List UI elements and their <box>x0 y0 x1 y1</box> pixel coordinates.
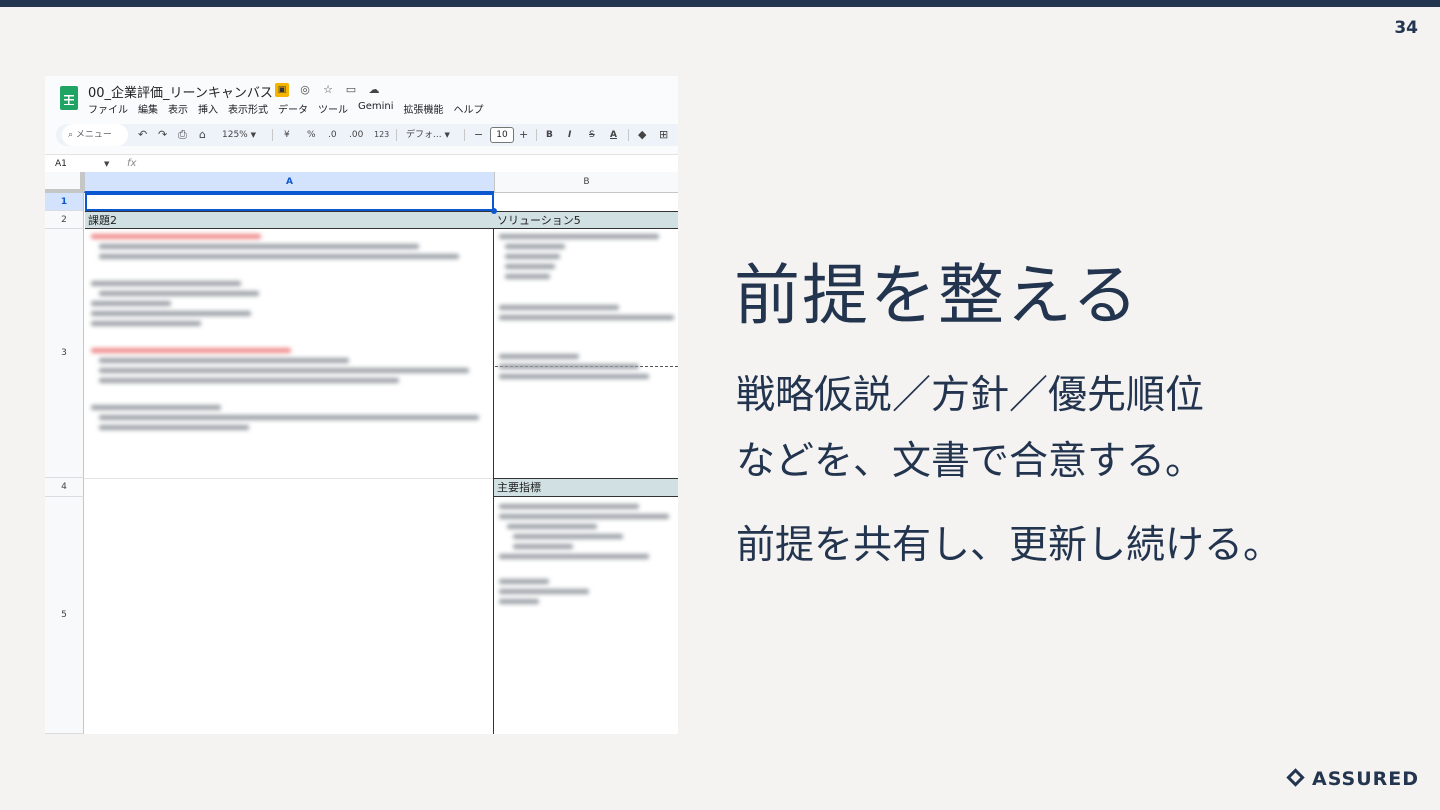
slide-headline: 前提を整える <box>734 257 1141 334</box>
spreadsheet-screenshot: 00_企業評価_リーンキャンバス ▣ ◎ ☆ ▭ ☁ ファイル 編集 表示 挿入… <box>45 76 678 734</box>
paint-format-icon[interactable]: ⌂ <box>199 124 206 146</box>
menu-search-label: メニュー <box>75 130 112 140</box>
body-line-1: 戦略仮説／方針／優先順位 <box>736 373 1205 418</box>
menu-bar: ファイル 編集 表示 挿入 表示形式 データ ツール Gemini 拡張機能 ヘ… <box>88 101 484 116</box>
strikethrough-button[interactable]: S <box>589 124 595 146</box>
toolbar-divider <box>464 129 465 141</box>
search-icon: ⌕ <box>68 130 74 140</box>
star-icon[interactable]: ☆ <box>321 83 335 97</box>
bold-button[interactable]: B <box>546 124 553 146</box>
company-logo: ASSURED <box>1286 768 1419 790</box>
cell-b4[interactable]: 主要指標 <box>494 478 678 497</box>
font-size-input[interactable]: 10 <box>490 127 514 143</box>
number-format-button[interactable]: 123 <box>374 124 389 146</box>
cell-b2[interactable]: ソリューション5 <box>494 211 678 229</box>
row-header-4[interactable]: 4 <box>45 478 84 497</box>
chevron-down-icon: ▼ <box>250 131 256 139</box>
formula-bar: A1 ▼ fx <box>45 154 678 173</box>
assured-logo-icon <box>1286 768 1308 790</box>
sheet-grid[interactable]: A B 1 2 3 4 5 課題2 ソリューション5 主要指標 <box>45 172 678 734</box>
name-box[interactable]: A1 <box>55 155 67 173</box>
toolbar-divider <box>536 129 537 141</box>
blurred-cell-b3 <box>499 234 674 384</box>
menu-help[interactable]: ヘルプ <box>454 101 484 116</box>
chevron-down-icon[interactable]: ▼ <box>104 155 109 173</box>
redo-icon[interactable]: ↷ <box>158 124 167 146</box>
font-select[interactable]: デフォ... ▼ <box>406 124 450 146</box>
row-header-2[interactable]: 2 <box>45 211 84 229</box>
shield-icon[interactable]: ◎ <box>298 83 312 97</box>
menu-format[interactable]: 表示形式 <box>228 101 268 116</box>
title-icons: ▣ ◎ ☆ ▭ ☁ <box>275 83 381 97</box>
zoom-value: 125% <box>222 130 248 140</box>
toolbar-divider <box>396 129 397 141</box>
menu-file[interactable]: ファイル <box>88 101 128 116</box>
blurred-cell-a3 <box>91 234 479 435</box>
column-header-a[interactable]: A <box>84 172 494 193</box>
italic-button[interactable]: I <box>568 124 571 146</box>
menu-tools[interactable]: ツール <box>318 101 348 116</box>
menu-insert[interactable]: 挿入 <box>198 101 218 116</box>
blurred-cell-b5 <box>499 504 674 609</box>
logo-text: ASSURED <box>1312 768 1420 790</box>
menu-data[interactable]: データ <box>278 101 308 116</box>
font-value: デフォ... <box>406 130 442 140</box>
menu-edit[interactable]: 編集 <box>138 101 158 116</box>
body-line-2: などを、文書で合意する。 <box>736 439 1205 484</box>
undo-icon[interactable]: ↶ <box>138 124 147 146</box>
print-icon[interactable]: ⎙ <box>178 124 187 146</box>
decrease-decimal-button[interactable]: .0 <box>328 124 337 146</box>
select-all-corner[interactable] <box>45 172 84 193</box>
fill-color-icon[interactable]: ◆ <box>638 124 646 146</box>
sheets-logo-icon[interactable] <box>60 86 78 110</box>
column-border <box>493 228 494 734</box>
page-number: 34 <box>1394 18 1418 38</box>
document-title[interactable]: 00_企業評価_リーンキャンバス <box>88 82 273 101</box>
toolbar-divider <box>628 129 629 141</box>
menu-search[interactable]: ⌕ メニュー <box>62 124 128 146</box>
row-header-5[interactable]: 5 <box>45 497 84 734</box>
increase-decimal-button[interactable]: .00 <box>349 124 363 146</box>
font-size-increase-button[interactable]: + <box>519 124 528 146</box>
body-line-3: 前提を共有し、更新し続ける。 <box>736 523 1283 568</box>
cloud-icon[interactable]: ☁ <box>367 83 381 97</box>
chevron-down-icon: ▼ <box>444 131 450 139</box>
fill-handle[interactable] <box>491 208 497 214</box>
column-header-b[interactable]: B <box>494 172 678 193</box>
menu-extensions[interactable]: 拡張機能 <box>404 101 444 116</box>
folder-icon[interactable]: ▭ <box>344 83 358 97</box>
menu-gemini[interactable]: Gemini <box>358 101 394 116</box>
top-accent-bar <box>0 0 1440 7</box>
zoom-select[interactable]: 125% ▼ <box>222 124 256 146</box>
row-header-3[interactable]: 3 <box>45 229 84 478</box>
toolbar: ⌕ メニュー ↶ ↷ ⎙ ⌂ 125% ▼ ¥ % .0 .00 123 デフォ… <box>56 124 678 146</box>
fx-icon: fx <box>127 158 137 169</box>
selected-cell-a1[interactable] <box>85 193 494 211</box>
text-color-button[interactable]: A <box>610 124 617 146</box>
currency-button[interactable]: ¥ <box>284 124 290 146</box>
cell-a2[interactable]: 課題2 <box>85 211 494 229</box>
percent-button[interactable]: % <box>307 124 316 146</box>
row-header-1[interactable]: 1 <box>45 193 84 211</box>
menu-view[interactable]: 表示 <box>168 101 188 116</box>
borders-icon[interactable]: ⊞ <box>659 124 668 146</box>
toolbar-divider <box>272 129 273 141</box>
slides-icon[interactable]: ▣ <box>275 83 289 97</box>
font-size-decrease-button[interactable]: − <box>474 124 483 146</box>
